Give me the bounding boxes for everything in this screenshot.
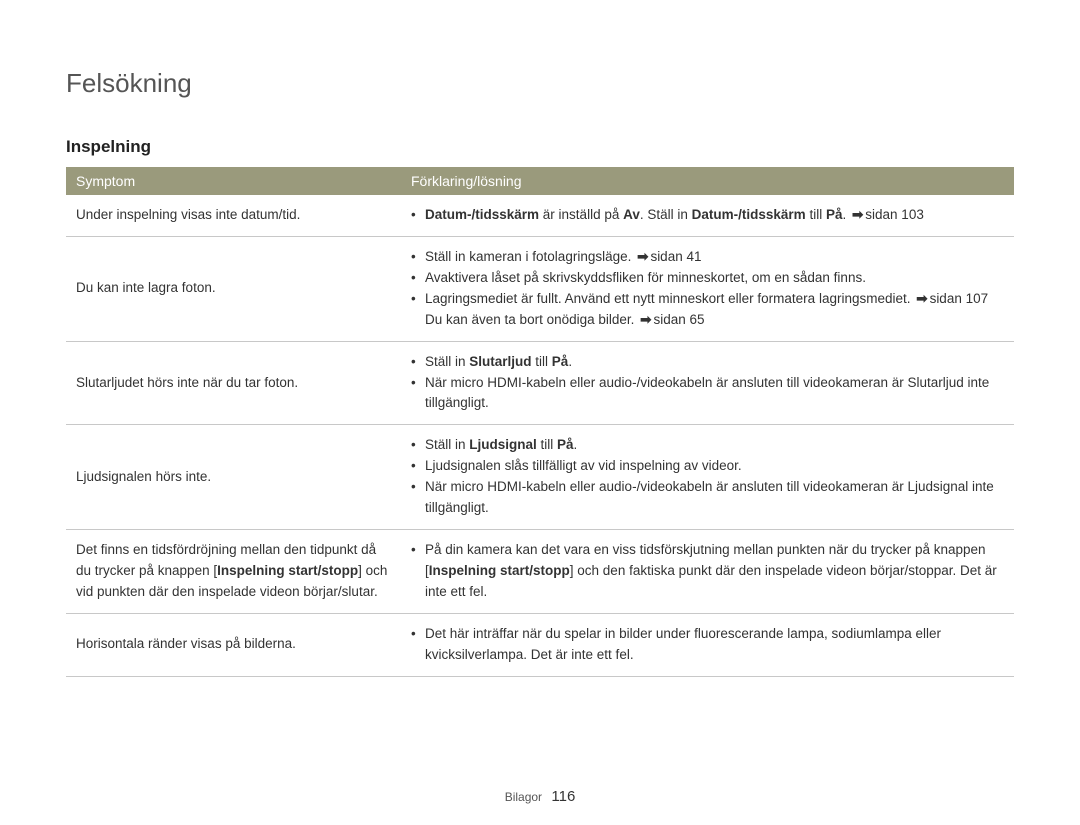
solution-cell: Ställ in Ljudsignal till På. Ljudsignale…	[401, 425, 1014, 530]
col-header-symptom: Symptom	[66, 167, 401, 195]
symptom-cell: Under inspelning visas inte datum/tid.	[66, 195, 401, 236]
table-row: Det finns en tidsfördröjning mellan den …	[66, 530, 1014, 614]
table-row: Under inspelning visas inte datum/tid. D…	[66, 195, 1014, 236]
footer-label: Bilagor	[505, 790, 542, 804]
bullet: Ställ in Ljudsignal till På.	[411, 435, 1004, 456]
bullet: Ljudsignalen slås tillfälligt av vid ins…	[411, 456, 1004, 477]
pageref-icon: ➡	[640, 310, 651, 331]
table-row: Du kan inte lagra foton. Ställ in kamera…	[66, 236, 1014, 341]
table-row: Ljudsignalen hörs inte. Ställ in Ljudsig…	[66, 425, 1014, 530]
pageref-icon: ➡	[852, 205, 863, 226]
pageref-icon: ➡	[637, 247, 648, 268]
symptom-cell: Ljudsignalen hörs inte.	[66, 425, 401, 530]
bullet: Lagringsmediet är fullt. Använd ett nytt…	[411, 289, 1004, 331]
section-title: Inspelning	[66, 137, 1014, 157]
page-footer: Bilagor 116	[0, 788, 1080, 805]
solution-cell: Datum-/tidsskärm är inställd på Av. Stäl…	[401, 195, 1014, 236]
bullet: Ställ in Slutarljud till På.	[411, 352, 1004, 373]
pageref-icon: ➡	[916, 289, 927, 310]
bullet: Det här inträffar när du spelar in bilde…	[411, 624, 1004, 666]
bullet: På din kamera kan det vara en viss tidsf…	[411, 540, 1004, 603]
page-title: Felsökning	[66, 68, 1014, 99]
solution-cell: Ställ in kameran i fotolagringsläge. ➡si…	[401, 236, 1014, 341]
symptom-cell: Horisontala ränder visas på bilderna.	[66, 613, 401, 676]
bullet: Avaktivera låset på skrivskyddsfliken fö…	[411, 268, 1004, 289]
solution-cell: Ställ in Slutarljud till På. När micro H…	[401, 341, 1014, 425]
col-header-solution: Förklaring/lösning	[401, 167, 1014, 195]
bullet: När micro HDMI-kabeln eller audio-/video…	[411, 477, 1004, 519]
bullet: Ställ in kameran i fotolagringsläge. ➡si…	[411, 247, 1004, 268]
bullet: Datum-/tidsskärm är inställd på Av. Stäl…	[411, 205, 1004, 226]
symptom-cell: Slutarljudet hörs inte när du tar foton.	[66, 341, 401, 425]
symptom-cell: Det finns en tidsfördröjning mellan den …	[66, 530, 401, 614]
page-number: 116	[551, 788, 575, 805]
troubleshooting-table: Symptom Förklaring/lösning Under inspeln…	[66, 167, 1014, 677]
solution-cell: På din kamera kan det vara en viss tidsf…	[401, 530, 1014, 614]
table-row: Horisontala ränder visas på bilderna. De…	[66, 613, 1014, 676]
table-row: Slutarljudet hörs inte när du tar foton.…	[66, 341, 1014, 425]
solution-cell: Det här inträffar när du spelar in bilde…	[401, 613, 1014, 676]
bullet: När micro HDMI-kabeln eller audio-/video…	[411, 373, 1004, 415]
symptom-cell: Du kan inte lagra foton.	[66, 236, 401, 341]
